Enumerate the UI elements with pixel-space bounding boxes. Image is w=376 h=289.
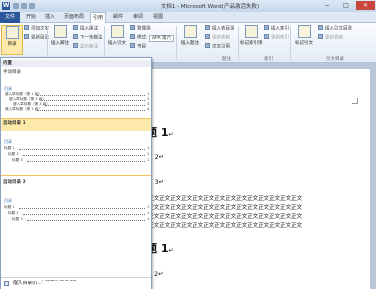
minimize-button[interactable]: −	[318, 1, 336, 10]
leader-line	[23, 155, 145, 156]
gallery-item-auto-toc-2[interactable]: 自动目录 2 目录 标题 1 1 标题 2 1 标题 3 1	[1, 178, 151, 276]
show-notes-button[interactable]: 显示备注	[73, 43, 98, 51]
update-table-2-button[interactable]: 更新表格	[205, 34, 230, 42]
update-index-button[interactable]: 更新索引	[264, 34, 289, 42]
citation-icon	[110, 25, 124, 38]
body-text-line[interactable]: 正文正文正文正文正文正文正文正文正文正文正文正文正文正文	[148, 220, 302, 229]
endnote-icon	[73, 25, 78, 30]
leader-line	[37, 95, 145, 96]
leader-line	[45, 105, 145, 106]
ribbon-tabs: 文件 开始 插入 页面布局 引用 邮件 审阅 视图	[0, 12, 376, 24]
group-divider	[238, 26, 239, 60]
add-text-icon	[24, 25, 29, 30]
maximize-button[interactable]: □	[337, 1, 355, 10]
insert-toc-command[interactable]: 插入目录(I)...	[1, 281, 151, 288]
style-select[interactable]: 样式: APA 第六	[130, 34, 174, 42]
margin-corner-mark	[352, 98, 358, 104]
gallery-item-auto-toc-1[interactable]: 自动目录 1 目录 标题 1 1 标题 2 1 标题 3 1	[1, 118, 151, 176]
window-title: 文档1 - Microsoft Word(产品激活失败)	[160, 4, 260, 10]
manage-sources-icon	[130, 25, 135, 30]
table-of-figures-icon	[205, 25, 210, 30]
insert-citation-button[interactable]: 插入引文	[106, 25, 128, 55]
insert-toa-button[interactable]: 插入引文目录	[318, 25, 352, 33]
leader-line	[19, 149, 145, 150]
refresh-icon	[318, 34, 323, 39]
body-text-line[interactable]: 正文正文正文正文正文正文正文正文正文正文正文正文正文正文	[148, 193, 302, 202]
tab-home[interactable]: 开始	[23, 12, 39, 23]
toc-button[interactable]: 目录	[1, 25, 23, 55]
insert-index-button[interactable]: 插入索引	[264, 25, 289, 33]
index-icon	[264, 25, 269, 30]
tab-file[interactable]: 文件	[0, 12, 20, 23]
update-toa-button[interactable]: 更新表格	[318, 34, 343, 42]
group-divider	[176, 26, 177, 60]
undo-icon[interactable]	[21, 3, 27, 9]
gallery-section-builtin: 内置	[1, 60, 151, 67]
footnote-icon	[53, 25, 67, 38]
tab-review[interactable]: 审阅	[130, 12, 146, 23]
tab-mailings[interactable]: 邮件	[110, 12, 126, 23]
save-icon[interactable]	[13, 3, 19, 9]
close-button[interactable]: ✕	[356, 1, 375, 10]
mark-entry-icon	[244, 25, 258, 38]
gallery-item-manual-toc[interactable]: 手动目录 目录 键入章标题（第 1 级） 1 键入章标题（第 2 级） 2 键入…	[1, 68, 151, 116]
leader-line	[37, 110, 145, 111]
cross-reference-button[interactable]: 交叉引用	[205, 43, 230, 51]
insert-toc-icon	[4, 281, 9, 286]
bibliography-icon	[130, 43, 135, 48]
gallery-separator	[1, 277, 151, 278]
mark-citation-button[interactable]: 标记引文	[293, 25, 315, 55]
next-footnote-icon	[73, 34, 78, 39]
gallery-preview	[1, 131, 151, 175]
group-label-index: 索引	[264, 57, 273, 62]
mark-entry-button[interactable]: 标记索引项	[240, 25, 263, 55]
bibliography-button[interactable]: 书目	[130, 43, 146, 51]
manage-sources-button[interactable]: 管理源	[130, 25, 151, 33]
next-footnote-button[interactable]: 下一条脚注	[73, 34, 103, 42]
caption-icon	[183, 25, 197, 38]
word-app-icon[interactable]: W	[2, 2, 10, 10]
group-divider	[47, 26, 48, 60]
group-label-captions: 题注	[222, 57, 231, 62]
title-bar: W 文档1 - Microsoft Word(产品激活失败) − □ ✕	[0, 0, 376, 12]
refresh-icon	[264, 34, 269, 39]
leader-line	[27, 220, 145, 221]
redo-icon[interactable]	[29, 3, 35, 9]
style-icon	[130, 34, 135, 39]
table-of-contents-icon	[5, 26, 19, 39]
insert-table-of-figures-button[interactable]: 插入表目录	[205, 25, 235, 33]
update-table-button[interactable]: 更新目录	[24, 34, 49, 42]
tab-view[interactable]: 视图	[150, 12, 166, 23]
toa-icon	[318, 25, 323, 30]
tab-page-layout[interactable]: 页面布局	[62, 12, 86, 23]
leader-line	[19, 208, 145, 209]
refresh-icon	[24, 34, 29, 39]
leader-line	[41, 100, 145, 101]
insert-endnote-button[interactable]: 插入尾注	[73, 25, 98, 33]
leader-line	[27, 161, 145, 162]
group-label-toa: 引文目录	[326, 57, 344, 62]
group-divider	[104, 26, 105, 60]
body-text-line[interactable]: 正文正文正文正文正文正文正文正文正文正文正文正文正文正文	[148, 211, 302, 220]
group-divider	[290, 26, 291, 60]
leader-line	[23, 214, 145, 215]
add-text-button[interactable]: 添加文字	[24, 25, 49, 33]
toc-gallery-dropdown: 内置 手动目录 目录 键入章标题（第 1 级） 1 键入章标题（第 2 级） 2…	[0, 57, 152, 289]
cross-reference-icon	[205, 43, 210, 48]
tab-insert[interactable]: 插入	[42, 12, 58, 23]
body-text-line[interactable]: 正文正文正文正文正文正文正文正文正文正文正文正文正文正文	[148, 202, 302, 211]
insert-caption-button[interactable]: 插入题注	[179, 25, 201, 55]
gallery-command-strip: 插入目录(I)...	[1, 281, 151, 289]
mark-citation-icon	[297, 25, 311, 38]
show-notes-icon	[73, 43, 78, 48]
insert-footnote-button[interactable]: 插入脚注	[49, 25, 71, 55]
refresh-icon	[205, 34, 210, 39]
